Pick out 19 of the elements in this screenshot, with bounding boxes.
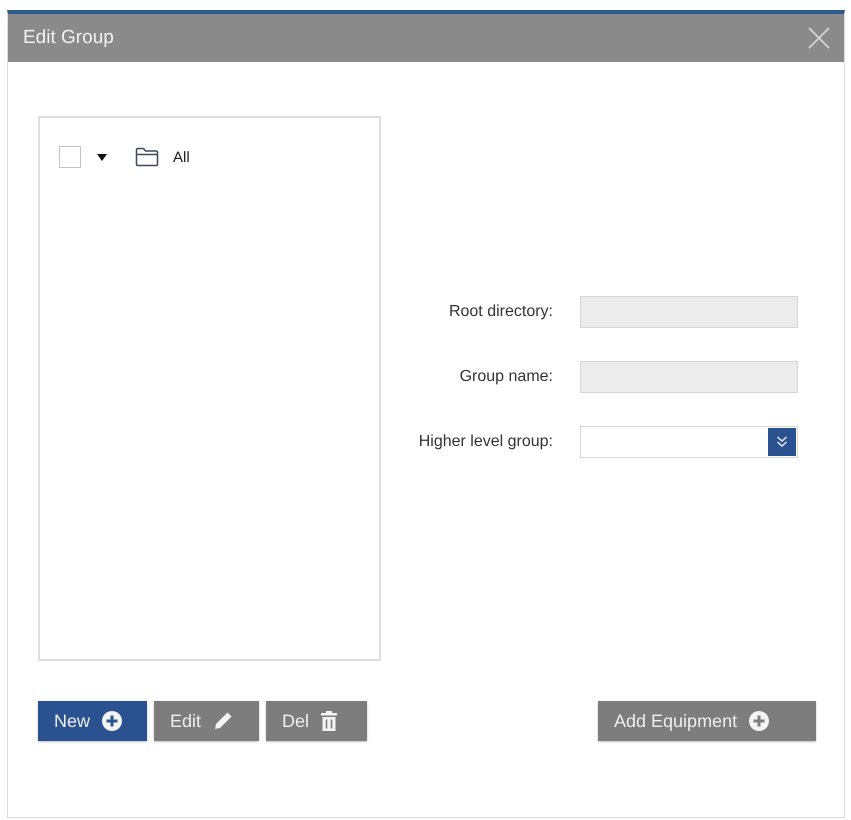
checkbox[interactable] xyxy=(59,146,81,168)
window-title: Edit Group xyxy=(23,27,114,49)
field-label: Group name: xyxy=(458,368,553,386)
plus-circle-icon xyxy=(102,711,122,731)
edit-button[interactable]: Edit xyxy=(154,701,259,741)
dropdown-field[interactable] xyxy=(580,426,798,458)
close-icon[interactable] xyxy=(808,27,830,49)
plus-circle-icon xyxy=(749,711,770,731)
field-label: Higher level group: xyxy=(418,433,553,451)
caret-down-icon[interactable] xyxy=(97,154,107,160)
folder-icon xyxy=(135,147,159,167)
pencil-icon xyxy=(213,711,234,731)
add-button[interactable]: New xyxy=(38,701,147,741)
add-button[interactable]: Add Equipment xyxy=(598,701,816,741)
double-chevron-icon[interactable] xyxy=(768,428,796,456)
field-label: Root directory: xyxy=(448,303,553,321)
delete-button[interactable]: Del xyxy=(266,701,367,741)
trash-icon xyxy=(321,711,338,731)
tree-item-label[interactable]: All xyxy=(173,148,190,166)
